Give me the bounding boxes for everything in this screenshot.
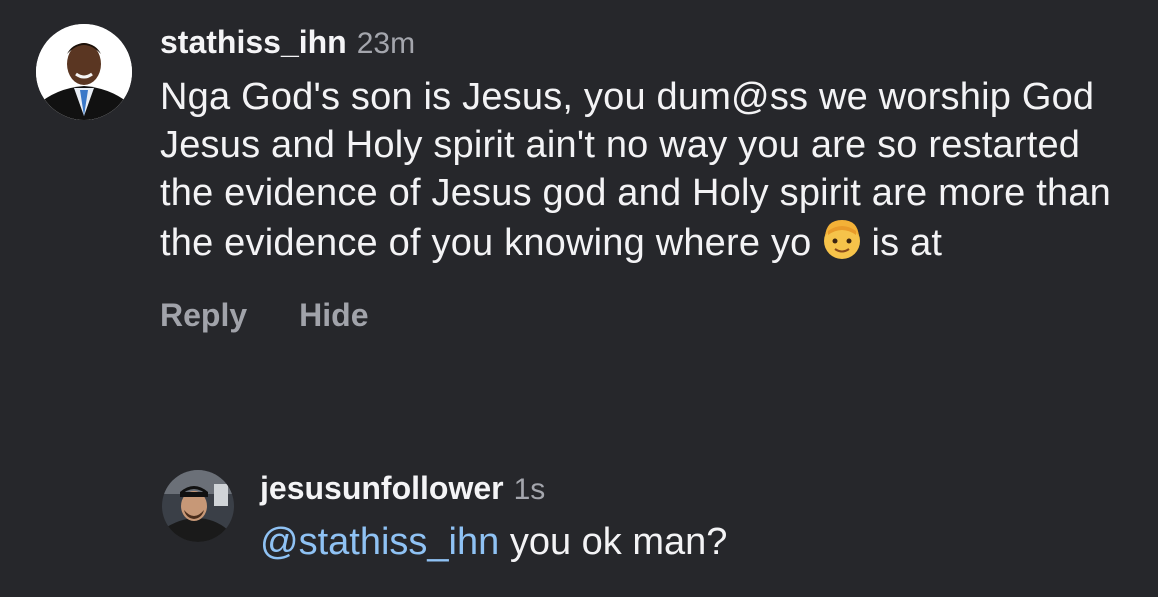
hide-button[interactable]: Hide bbox=[299, 297, 368, 334]
reply-button[interactable]: Reply bbox=[160, 297, 247, 334]
reply-body: you ok man? bbox=[509, 521, 728, 563]
username[interactable]: stathiss_ihn bbox=[160, 24, 347, 61]
avatar-image bbox=[162, 470, 234, 542]
comment-text: Nga God's son is Jesus, you dum@ss we wo… bbox=[160, 73, 1136, 267]
avatar-jesusunfollower[interactable] bbox=[162, 470, 234, 542]
timestamp: 23m bbox=[356, 27, 416, 60]
reply-text: @stathiss_ihn you ok man? bbox=[260, 519, 1122, 565]
mention-link[interactable]: @stathiss_ihn bbox=[260, 521, 499, 563]
avatar-stathiss[interactable] bbox=[36, 24, 132, 120]
timestamp: 1s bbox=[513, 473, 546, 506]
comment-text-main: Nga God's son is Jesus, you dum@ss we wo… bbox=[160, 76, 1111, 264]
username[interactable]: jesusunfollower bbox=[260, 470, 504, 507]
comment-text-end: is at bbox=[871, 222, 943, 264]
man-emoji-icon bbox=[823, 220, 860, 259]
avatar-image bbox=[36, 24, 132, 120]
